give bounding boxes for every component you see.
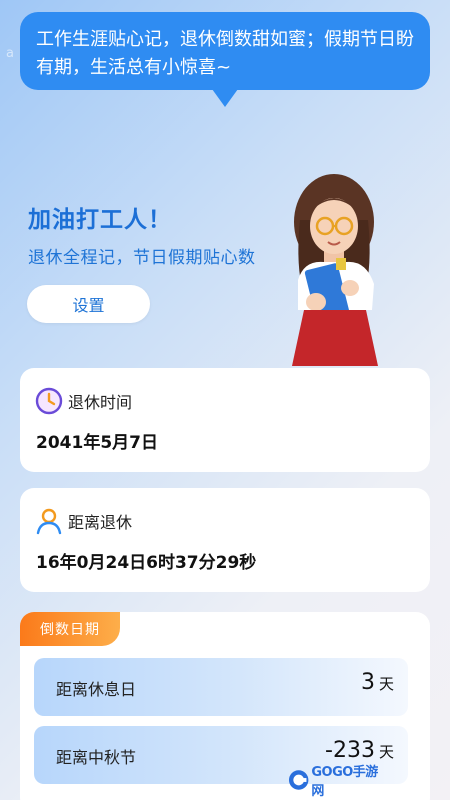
person-icon — [36, 508, 62, 535]
site-logo: GOGO手游网 — [288, 765, 388, 799]
girl-illustration — [292, 174, 378, 366]
until-retire-card: 距离退休 16年0月24日6时37分29秒 — [20, 488, 430, 592]
intro-speech-bubble: 工作生涯贴心记，退休倒数甜如蜜；假期节日盼有期，生活总有小惊喜~ — [20, 12, 430, 90]
until-retire-value: 16年0月24日6时37分29秒 — [36, 553, 257, 573]
countdown-unit: 天 — [378, 743, 394, 761]
countdown-label: 距离休息日 — [56, 680, 137, 699]
hero-subtitle: 退休全程记，节日假期贴心数 — [28, 248, 256, 268]
hero-title: 加油打工人！ — [28, 207, 172, 233]
settings-button[interactable]: 设置 — [27, 285, 150, 323]
retire-time-value: 2041年5月7日 — [36, 433, 158, 453]
countdown-value: -233 天 — [325, 738, 394, 763]
logo-text: GOGO手游网 — [311, 765, 378, 799]
countdown-unit: 天 — [378, 675, 394, 693]
logo-icon — [288, 770, 309, 790]
countdown-row-rest-day[interactable]: 距离休息日 3 天 — [34, 658, 408, 716]
countdown-tag: 倒数日期 — [20, 612, 120, 646]
watermark-text: a — [6, 46, 14, 61]
retire-time-label: 退休时间 — [68, 393, 133, 412]
bubble-text: 工作生涯贴心记，退休倒数甜如蜜；假期节日盼有期，生活总有小惊喜~ — [36, 29, 414, 78]
retire-time-card: 退休时间 2041年5月7日 — [20, 368, 430, 472]
until-retire-label: 距离退休 — [68, 513, 133, 532]
countdown-number: -233 — [325, 738, 375, 763]
countdown-value: 3 天 — [361, 670, 394, 695]
countdown-number: 3 — [360, 670, 375, 695]
bubble-tail — [212, 89, 238, 107]
countdown-label: 距离中秋节 — [56, 748, 137, 767]
clock-icon — [35, 387, 63, 415]
